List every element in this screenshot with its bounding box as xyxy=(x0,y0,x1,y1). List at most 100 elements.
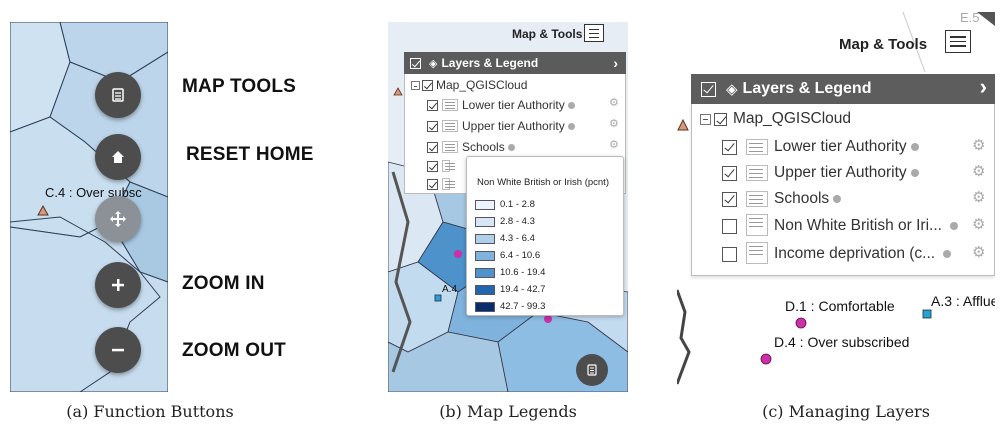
layers-legend-title: Layers & Legend xyxy=(742,80,872,97)
layers-legend-title: Layers & Legend xyxy=(441,56,539,70)
map-tools-menu-button[interactable] xyxy=(945,30,971,53)
layer-name: Lower tier Authority xyxy=(774,138,907,155)
chevron-right-icon[interactable]: › xyxy=(613,55,618,71)
layer-row[interactable]: Income deprivation (c... xyxy=(722,242,952,264)
layer-row[interactable]: Non White British or Iri... xyxy=(722,214,958,236)
layers-toggle-checkbox[interactable] xyxy=(701,81,716,97)
caption-b: (b) Map Legends xyxy=(439,402,577,421)
gear-icon[interactable]: ⚙ xyxy=(609,96,619,109)
gear-icon[interactable]: ⚙ xyxy=(972,162,985,180)
legend-item: 2.8 - 4.3 xyxy=(475,216,535,227)
plus-icon xyxy=(112,279,124,291)
layer-checkbox[interactable] xyxy=(722,165,737,181)
layer-checkbox[interactable] xyxy=(427,99,438,111)
layer-name: Map_QGISCloud xyxy=(733,110,852,127)
layer-row[interactable]: Upper tier Authority xyxy=(722,164,919,182)
legend-item: 4.3 - 6.4 xyxy=(475,233,535,244)
legend-title: Non White British or Irish (pcnt) xyxy=(477,177,609,188)
reset-home-button[interactable] xyxy=(95,134,141,180)
move-arrows-icon xyxy=(110,211,126,227)
info-icon[interactable] xyxy=(910,169,919,177)
zoom-out-button[interactable] xyxy=(95,327,141,373)
legend-item: 10.6 - 19.4 xyxy=(475,267,545,278)
pan-button[interactable] xyxy=(95,196,141,242)
caption-a: (a) Function Buttons xyxy=(66,402,234,421)
legend-thumbnail-icon xyxy=(746,139,768,155)
layer-row[interactable] xyxy=(427,178,455,190)
layer-name: Non White British or Iri... xyxy=(774,217,942,234)
managing-layers-panel: E.5 Map & Tools ◈ Layers & Legend › Map_… xyxy=(677,12,995,392)
gear-icon[interactable]: ⚙ xyxy=(609,117,619,130)
map-tools-menu-button[interactable] xyxy=(584,24,604,42)
collapse-icon[interactable] xyxy=(411,80,420,90)
layer-row[interactable]: Schools xyxy=(722,190,842,208)
legend-swatch xyxy=(475,199,495,210)
chevron-right-icon[interactable]: › xyxy=(980,74,987,100)
layer-root[interactable]: Map_QGISCloud xyxy=(700,110,851,128)
school-label: D.1 : Comfortable xyxy=(785,298,895,314)
school-marker-icon xyxy=(37,205,49,216)
layer-checkbox[interactable] xyxy=(722,139,737,155)
layer-checkbox[interactable] xyxy=(427,141,438,153)
map-tools-label: Map & Tools xyxy=(839,36,928,53)
school-label: A.3 : Afflue xyxy=(931,293,995,309)
info-icon[interactable] xyxy=(507,143,515,151)
legend-thumbnail-icon xyxy=(746,214,768,236)
collapse-icon[interactable] xyxy=(700,113,711,125)
layer-checkbox[interactable] xyxy=(714,112,727,126)
gear-icon[interactable]: ⚙ xyxy=(972,188,985,206)
list-icon xyxy=(112,88,124,102)
legend-swatch xyxy=(475,301,495,312)
gear-icon[interactable]: ⚙ xyxy=(972,243,985,261)
info-icon[interactable] xyxy=(567,101,575,109)
legend-thumbnail-icon xyxy=(442,160,455,172)
home-icon xyxy=(112,151,124,163)
list-icon xyxy=(587,364,597,376)
layer-row[interactable]: Lower tier Authority xyxy=(722,138,919,156)
zoom-in-button[interactable] xyxy=(95,262,141,308)
layer-row[interactable] xyxy=(427,160,455,172)
gear-icon[interactable]: ⚙ xyxy=(972,215,985,233)
map-tools-button[interactable] xyxy=(576,354,608,386)
layer-checkbox[interactable] xyxy=(722,191,737,207)
function-buttons-panel: C.4 : Over subsc xyxy=(10,22,168,392)
info-icon[interactable] xyxy=(943,250,952,258)
gear-icon[interactable]: ⚙ xyxy=(609,138,619,151)
info-icon[interactable] xyxy=(833,195,842,203)
info-icon[interactable] xyxy=(949,222,958,230)
legend-thumbnail-icon xyxy=(442,99,458,111)
layers-icon: ◈ xyxy=(726,81,738,98)
legend-item: 42.7 - 99.3 xyxy=(475,301,545,312)
legend-swatch xyxy=(475,216,495,227)
layer-checkbox[interactable] xyxy=(422,79,433,91)
layer-row[interactable]: Upper tier Authority xyxy=(427,119,575,133)
layer-name: Lower tier Authority xyxy=(462,98,565,112)
legend-item: 19.4 - 42.7 xyxy=(475,284,545,295)
legend-swatch xyxy=(475,284,495,295)
layer-name: Upper tier Authority xyxy=(774,164,907,181)
layer-checkbox[interactable] xyxy=(427,160,438,172)
zoom-out-label: ZOOM OUT xyxy=(182,340,286,361)
layer-checkbox[interactable] xyxy=(722,218,737,234)
info-icon[interactable] xyxy=(910,143,919,151)
map-tools-button[interactable] xyxy=(95,72,141,118)
layer-name: Schools xyxy=(462,140,505,154)
layer-checkbox[interactable] xyxy=(427,120,438,132)
layers-toggle-checkbox[interactable] xyxy=(410,57,421,69)
gear-icon[interactable]: ⚙ xyxy=(972,136,985,154)
map-background xyxy=(10,22,168,392)
layer-root[interactable]: Map_QGISCloud xyxy=(411,78,527,92)
layers-icon: ◈ xyxy=(429,57,438,70)
layers-legend-header[interactable]: ◈ Layers & Legend › xyxy=(691,74,995,104)
layer-name: Upper tier Authority xyxy=(462,119,565,133)
layer-checkbox[interactable] xyxy=(722,246,737,262)
layer-checkbox[interactable] xyxy=(427,178,438,190)
school-label: D.4 : Over subscribed xyxy=(774,334,910,350)
layer-row[interactable]: Lower tier Authority xyxy=(427,98,575,112)
layer-row[interactable]: Schools xyxy=(427,140,515,154)
minus-icon xyxy=(112,348,124,352)
layers-legend-header[interactable]: ◈ Layers & Legend › xyxy=(404,52,626,74)
map-tools-label: Map & Tools xyxy=(512,27,583,41)
info-icon[interactable] xyxy=(567,122,575,130)
layer-name: Schools xyxy=(774,190,830,207)
